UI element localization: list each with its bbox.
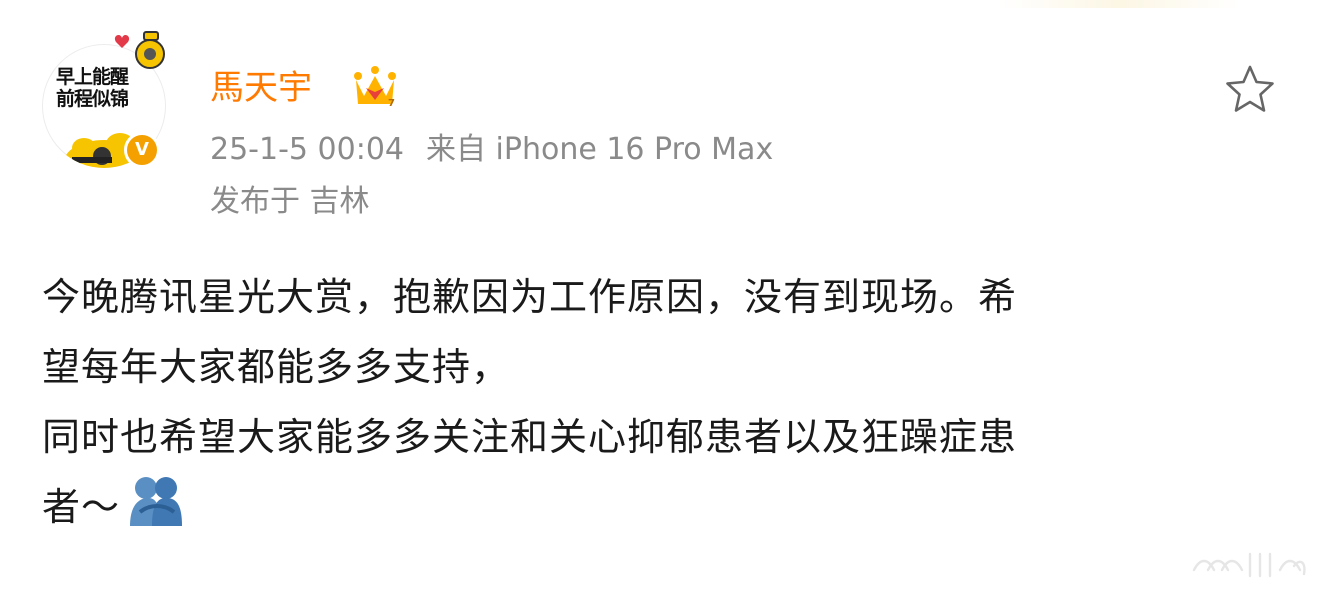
verified-badge: V <box>124 132 160 168</box>
top-shade <box>1000 0 1240 8</box>
avatar-decoration-icon <box>114 31 165 69</box>
verified-v-icon: V <box>135 139 149 160</box>
post-meta: 25-1-5 00:04 来自 iPhone 16 Pro Max <box>210 130 773 170</box>
content-line-4-text: 者～ <box>42 485 121 529</box>
watermark-icon <box>1192 552 1306 578</box>
author-avatar[interactable]: 早上能醒 前程似锦 V <box>38 31 174 180</box>
content-line-4: 者～ <box>42 472 1242 542</box>
post-time: 25-1-5 00:04 <box>210 132 404 167</box>
username[interactable]: 馬天宇 <box>210 64 312 112</box>
post-source[interactable]: 来自 iPhone 16 Pro Max <box>426 132 773 167</box>
hug-emoji <box>130 477 183 526</box>
post-content: 今晚腾讯星光大赏，抱歉因为工作原因，没有到现场。希 望每年大家都能多多支持， 同… <box>42 262 1242 542</box>
content-line-1: 今晚腾讯星光大赏，抱歉因为工作原因，没有到现场。希 <box>42 275 1018 319</box>
star-icon[interactable] <box>1224 64 1276 114</box>
content-line-3: 同时也希望大家能多多关注和关心抑郁患者以及狂躁症患 <box>42 415 1018 459</box>
svg-text:7: 7 <box>388 98 395 109</box>
post-location: 发布于 吉林 <box>210 184 370 219</box>
content-line-2: 望每年大家都能多多支持， <box>42 345 511 389</box>
crown-icon[interactable]: 7 <box>352 66 398 110</box>
